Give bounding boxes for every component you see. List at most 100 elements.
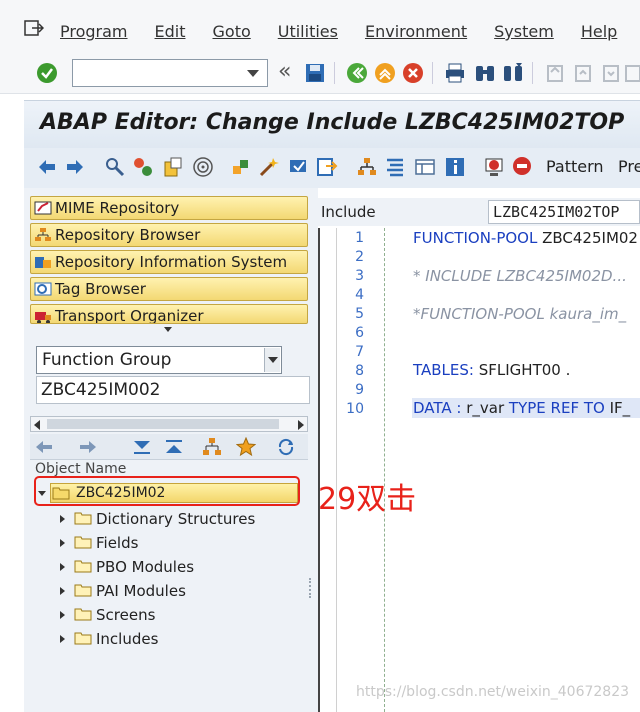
folder-icon xyxy=(74,632,92,645)
mime-repository-label: MIME Repository xyxy=(55,199,180,217)
stop-breakpoint-icon[interactable] xyxy=(512,156,534,178)
chevron-right-icon[interactable] xyxy=(60,563,65,571)
object-name-value: ZBC425IM002 xyxy=(41,380,161,400)
display-object-list-icon[interactable] xyxy=(414,156,436,178)
tag-browser-button[interactable]: Tag Browser xyxy=(30,277,308,301)
find-icon[interactable] xyxy=(474,62,496,84)
check-icon[interactable] xyxy=(230,156,252,178)
collapse-tree-icon[interactable] xyxy=(132,437,152,457)
breakpoint-icon[interactable] xyxy=(484,156,506,178)
menu-environment[interactable]: Environment xyxy=(365,22,467,41)
code-keyword: TABLES: xyxy=(413,361,474,379)
tree-hierarchy-icon[interactable] xyxy=(202,437,222,457)
chevron-right-icon[interactable] xyxy=(60,539,65,547)
refresh-icon[interactable] xyxy=(276,437,296,457)
menu-system[interactable]: System xyxy=(494,22,554,41)
double-chevron-left-icon[interactable]: « xyxy=(278,59,291,84)
menu-goto[interactable]: Goto xyxy=(213,22,251,41)
chevron-right-icon[interactable] xyxy=(60,587,65,595)
code-editor[interactable] xyxy=(318,228,640,712)
arrow-right-icon[interactable] xyxy=(64,156,86,178)
back-icon[interactable] xyxy=(346,62,368,84)
expand-navigation-icon[interactable] xyxy=(164,327,172,332)
code-text: ZBC425IM02 xyxy=(537,229,638,247)
mime-repository-button[interactable]: MIME Repository xyxy=(30,196,308,220)
active-inactive-icon[interactable] xyxy=(162,156,184,178)
include-label: Include xyxy=(321,203,376,221)
menu-edit[interactable]: Edit xyxy=(155,22,186,41)
scrollbar-thumb[interactable] xyxy=(47,419,279,429)
hierarchy-icon[interactable] xyxy=(356,156,378,178)
tree-forward-icon[interactable] xyxy=(78,437,98,457)
object-name-input[interactable]: ZBC425IM002 xyxy=(36,376,310,404)
next-page-icon xyxy=(603,65,619,82)
pretty-printer-button[interactable]: Pre xyxy=(618,157,640,176)
where-used-icon[interactable] xyxy=(192,156,214,178)
repository-information-system-button[interactable]: Repository Information System xyxy=(30,250,308,274)
print-icon[interactable] xyxy=(444,62,466,84)
last-page-icon xyxy=(625,65,640,82)
code-margin-line xyxy=(384,228,385,712)
menu-utilities[interactable]: Utilities xyxy=(278,22,338,41)
menu-bar: Program Edit Goto Utilities Environment … xyxy=(0,0,640,52)
chevron-right-icon[interactable] xyxy=(60,515,65,523)
tree-item-label: Includes xyxy=(96,630,159,648)
arrow-left-icon[interactable] xyxy=(36,156,58,178)
include-name-value: LZBC425IM02TOP xyxy=(493,203,620,221)
line-number: 10 xyxy=(346,401,364,417)
horizontal-scrollbar[interactable] xyxy=(30,416,308,432)
tree-item-label: Screens xyxy=(96,606,156,624)
code-line-8[interactable]: TABLES: SFLIGHT00 . xyxy=(413,361,570,379)
splitter-handle[interactable] xyxy=(309,578,312,598)
tree-item-label: Fields xyxy=(96,534,139,552)
menu-exit-icon[interactable] xyxy=(24,20,44,38)
cancel-icon[interactable] xyxy=(402,62,424,84)
scroll-right-icon[interactable] xyxy=(298,420,304,430)
repository-browser-button[interactable]: Repository Browser xyxy=(30,223,308,247)
code-text: IF_ xyxy=(604,399,631,417)
enter-icon[interactable] xyxy=(36,62,58,84)
command-field[interactable] xyxy=(72,59,268,87)
mime-repository-icon xyxy=(34,201,52,215)
code-line-5[interactable]: *FUNCTION-POOL kaura_im_ xyxy=(413,305,626,323)
code-line-10[interactable]: DATA : r_var TYPE REF TO IF_ xyxy=(413,399,630,417)
chevron-right-icon[interactable] xyxy=(60,635,65,643)
other-object-icon[interactable] xyxy=(104,156,126,178)
save-icon[interactable] xyxy=(304,62,326,84)
watermark: https://blog.csdn.net/weixin_40672823 xyxy=(356,684,630,700)
transport-organizer-button[interactable]: Transport Organizer xyxy=(30,304,308,324)
folder-icon xyxy=(74,560,92,573)
object-type-value: Function Group xyxy=(42,350,172,370)
code-line-3[interactable]: * INCLUDE LZBC425IM02D... xyxy=(413,267,627,285)
find-next-icon[interactable] xyxy=(502,62,524,84)
chevron-down-icon[interactable] xyxy=(247,70,259,77)
chevron-down-icon[interactable] xyxy=(264,348,280,372)
pretty-printer-icon[interactable] xyxy=(384,156,406,178)
chevron-right-icon[interactable] xyxy=(60,611,65,619)
line-number: 7 xyxy=(355,344,364,360)
toolbar-separator xyxy=(334,62,335,84)
scroll-left-icon[interactable] xyxy=(34,420,40,430)
line-number: 4 xyxy=(355,287,364,303)
code-keyword: TYPE REF TO xyxy=(508,399,605,417)
favorites-star-icon[interactable] xyxy=(236,437,256,457)
code-keyword: FUNCTION-POOL xyxy=(413,229,538,247)
line-number: 1 xyxy=(355,230,364,246)
menu-help[interactable]: Help xyxy=(581,22,617,41)
folder-icon xyxy=(74,584,92,597)
menu-program[interactable]: Program xyxy=(60,22,128,41)
activate-icon[interactable] xyxy=(288,156,310,178)
code-line-1[interactable]: FUNCTION-POOL ZBC425IM02 xyxy=(413,229,638,247)
line-number: 5 xyxy=(355,306,364,322)
exit-icon[interactable] xyxy=(374,62,396,84)
test-icon[interactable] xyxy=(316,156,338,178)
pattern-button[interactable]: Pattern xyxy=(546,157,604,176)
first-page-icon xyxy=(547,65,563,82)
tree-back-icon[interactable] xyxy=(34,437,54,457)
line-number: 2 xyxy=(355,249,364,265)
expand-tree-icon[interactable] xyxy=(164,437,184,457)
toggle-display-change-icon[interactable] xyxy=(132,156,154,178)
info-icon[interactable] xyxy=(444,156,466,178)
magic-wand-icon[interactable] xyxy=(258,156,280,178)
object-type-select[interactable]: Function Group xyxy=(36,346,282,374)
